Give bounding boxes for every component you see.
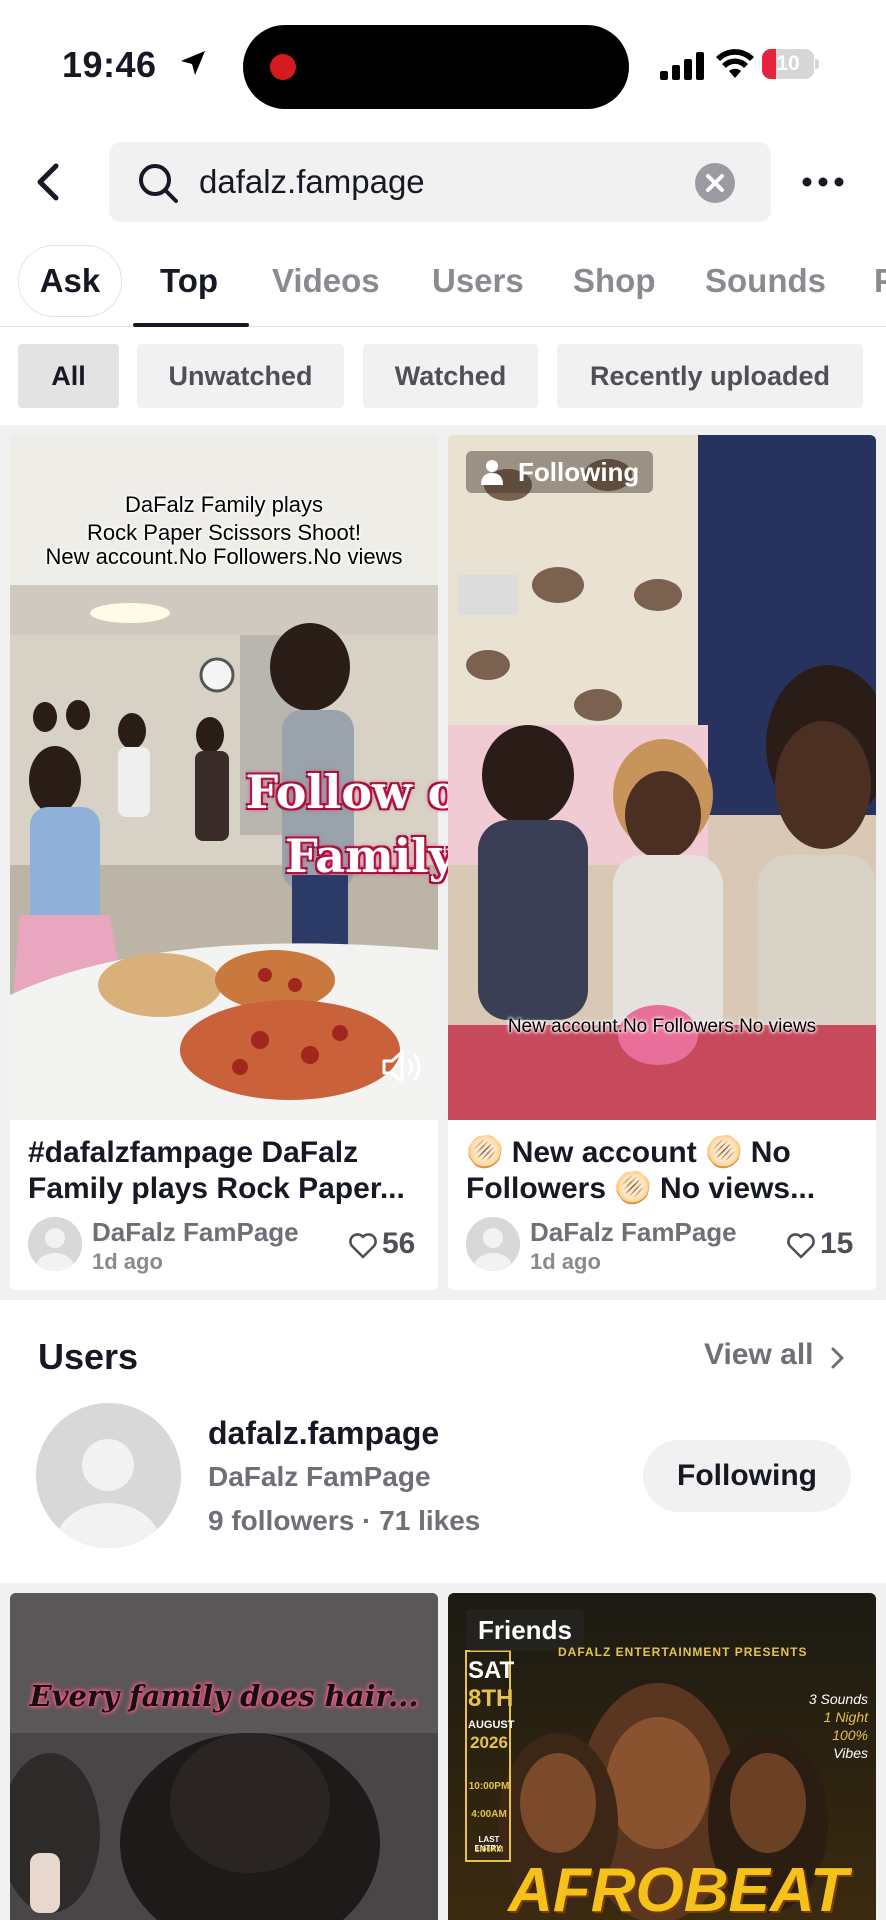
recording-dot-icon: [270, 54, 296, 80]
poster-day: SAT: [468, 1657, 515, 1684]
poster-last-entry-time: 1:00AM: [474, 1845, 504, 1854]
user-display-name: DaFalz FamPage: [208, 1461, 431, 1492]
poster-headline: AFROBEAT: [508, 1856, 848, 1920]
more-options-button[interactable]: [800, 164, 846, 200]
search-tabs: Ask Top Videos Users Shop Sounds P: [0, 245, 886, 327]
video-title[interactable]: 🫓 New account 🫓 No Followers 🫓 No views.…: [466, 1135, 866, 1207]
tab-ask[interactable]: Ask: [18, 245, 122, 317]
video-overlay-text: Every family does hair...: [29, 1679, 419, 1713]
poster-presents: DAFALZ ENTERTAINMENT PRESENTS: [558, 1645, 808, 1659]
following-badge: Following: [466, 451, 654, 493]
tab-shop[interactable]: Shop: [573, 245, 655, 327]
poster-start-time: 10:00PM: [468, 1781, 510, 1792]
status-bar: 19:46 10: [0, 0, 886, 130]
tab-more-truncated[interactable]: P: [874, 245, 886, 327]
poster-month: AUGUST: [468, 1719, 515, 1731]
location-arrow-icon: [181, 51, 205, 75]
person-icon: [481, 460, 503, 485]
like-count: 56: [382, 1227, 416, 1260]
search-icon: [139, 164, 178, 203]
view-all-users-link[interactable]: View all: [704, 1338, 814, 1372]
post-time: 1d ago: [92, 1249, 163, 1274]
user-avatar[interactable]: [36, 1403, 181, 1548]
heart-icon: [787, 1233, 815, 1259]
default-avatar-icon: [466, 1217, 520, 1271]
video-caption-line: DaFalz Family plays: [124, 492, 324, 517]
video-card[interactable]: Every family does hair...: [10, 1593, 438, 1920]
active-tab-indicator: [133, 323, 249, 327]
following-badge-label: Following: [518, 457, 640, 487]
author-name[interactable]: DaFalz FamPage: [92, 1217, 299, 1248]
user-handle[interactable]: dafalz.fampage: [208, 1415, 439, 1452]
filter-chips: All Unwatched Watched Recently uploaded: [0, 344, 886, 408]
tab-top[interactable]: Top: [160, 245, 218, 327]
author-avatar[interactable]: [466, 1217, 520, 1271]
user-stats: 9 followers · 71 likes: [208, 1505, 481, 1536]
filter-unwatched[interactable]: Unwatched: [137, 344, 344, 408]
video-card[interactable]: Following New account.No Followers.No vi…: [448, 435, 876, 1290]
users-section-title: Users: [38, 1336, 139, 1377]
dynamic-island: [243, 25, 629, 109]
poster-end-time: 4:00AM: [471, 1809, 507, 1820]
poster-side-line: 3 Sounds: [808, 1691, 868, 1707]
muted-sound-icon: [382, 1050, 421, 1084]
poster-side-line: 100%: [832, 1727, 868, 1743]
search-bar[interactable]: dafalz.fampage: [109, 142, 771, 222]
video-caption-line: New account.No Followers.No views: [507, 1016, 817, 1037]
author-name[interactable]: DaFalz FamPage: [530, 1217, 737, 1248]
battery-indicator: 10: [762, 49, 820, 79]
default-avatar-icon: [36, 1403, 181, 1548]
author-avatar[interactable]: [28, 1217, 82, 1271]
poster-date: 8TH: [468, 1685, 514, 1712]
filter-watched[interactable]: Watched: [363, 344, 538, 408]
tab-videos[interactable]: Videos: [272, 245, 380, 327]
video-title[interactable]: #dafalzfampage DaFalz Family plays Rock …: [28, 1135, 428, 1207]
close-icon: [706, 174, 724, 192]
clear-search-button[interactable]: [695, 163, 735, 203]
poster-side-line: Vibes: [833, 1745, 868, 1761]
default-avatar-icon: [28, 1217, 82, 1271]
filter-all[interactable]: All: [18, 344, 119, 408]
heart-icon: [349, 1233, 377, 1259]
video-thumbnail[interactable]: Following New account.No Followers.No vi…: [448, 435, 876, 1120]
tab-sounds[interactable]: Sounds: [705, 245, 826, 327]
filter-recently-uploaded[interactable]: Recently uploaded: [557, 344, 863, 408]
wifi-icon: [716, 49, 754, 78]
poster-side-line: 1 Night: [823, 1709, 868, 1725]
post-time: 1d ago: [530, 1249, 601, 1274]
video-thumbnail-image: [10, 1593, 438, 1920]
search-input[interactable]: dafalz.fampage: [199, 142, 425, 222]
like-count: 15: [820, 1227, 854, 1260]
battery-level: 10: [776, 52, 800, 75]
video-card[interactable]: Friends DAFALZ ENTERTAINMENT PRESENTS SA…: [448, 1593, 876, 1920]
status-time: 19:46: [62, 44, 157, 85]
following-button[interactable]: Following: [643, 1440, 851, 1512]
poster-year: 2026: [470, 1733, 508, 1752]
video-caption-line: New account.No Followers.No views: [45, 544, 403, 569]
cellular-signal-icon: [660, 52, 704, 80]
chevron-right-icon[interactable]: [830, 1346, 846, 1370]
back-button[interactable]: [28, 158, 72, 206]
tab-users[interactable]: Users: [432, 245, 524, 327]
